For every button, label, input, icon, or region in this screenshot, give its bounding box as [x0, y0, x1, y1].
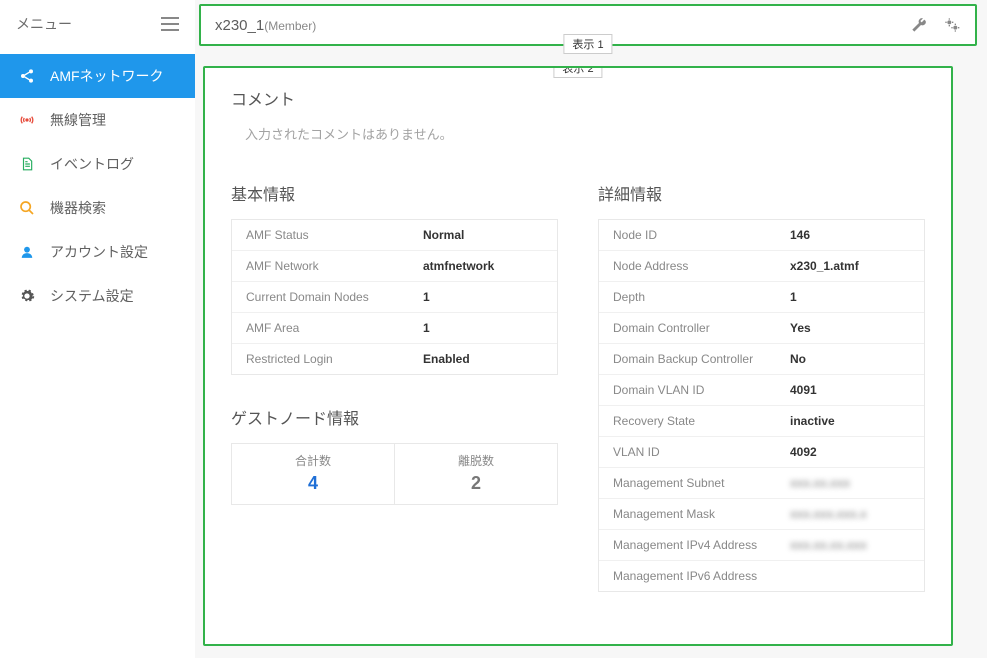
share-icon [18, 67, 36, 85]
info-value: 1 [423, 321, 543, 335]
sidebar-title: メニュー [16, 14, 72, 34]
hamburger-icon[interactable] [161, 17, 179, 31]
table-row: Restricted LoginEnabled [232, 343, 557, 374]
basic-info-table: AMF StatusNormalAMF NetworkatmfnetworkCu… [231, 219, 558, 375]
info-label: AMF Network [246, 259, 423, 273]
search-icon [18, 199, 36, 217]
table-row: Management IPv6 Address [599, 560, 924, 591]
info-value: 4091 [790, 383, 910, 397]
guest-total-label: 合計数 [232, 452, 394, 469]
info-label: Management Subnet [613, 476, 790, 490]
info-value: x230_1.atmf [790, 259, 910, 273]
comment-title: コメント [231, 86, 925, 110]
info-label: Management IPv4 Address [613, 538, 790, 552]
wrench-icon[interactable] [911, 17, 927, 33]
table-row: AMF StatusNormal [232, 220, 557, 250]
node-name: x230_1 [215, 17, 264, 34]
info-label: VLAN ID [613, 445, 790, 459]
info-label: Current Domain Nodes [246, 290, 423, 304]
nav-label: アカウント設定 [50, 242, 148, 262]
nav-label: AMFネットワーク [50, 66, 164, 86]
table-row: Current Domain Nodes1 [232, 281, 557, 312]
info-label: Domain Controller [613, 321, 790, 335]
table-row: Management IPv4 Addressxxx.xx.xx.xxx [599, 529, 924, 560]
info-value: xxx.xxx.xxx.x [790, 507, 910, 521]
info-value: inactive [790, 414, 910, 428]
nav-label: システム設定 [50, 286, 134, 306]
info-label: Recovery State [613, 414, 790, 428]
info-value: xxx.xx.xx.xxx [790, 538, 910, 552]
settings-gears-icon[interactable] [943, 17, 961, 33]
nav-item-amf-network[interactable]: AMFネットワーク [0, 54, 195, 98]
info-value: No [790, 352, 910, 366]
nav-label: 機器検索 [50, 198, 106, 218]
info-label: Restricted Login [246, 352, 423, 366]
info-label: AMF Status [246, 228, 423, 242]
nav-item-system[interactable]: システム設定 [0, 274, 195, 318]
guest-left-label: 離脱数 [395, 452, 557, 469]
nav-item-search[interactable]: 機器検索 [0, 186, 195, 230]
basic-info-title: 基本情報 [231, 181, 558, 205]
table-row: Domain VLAN ID4091 [599, 374, 924, 405]
info-value: atmfnetwork [423, 259, 543, 273]
info-value: Normal [423, 228, 543, 242]
nav-item-wireless[interactable]: 無線管理 [0, 98, 195, 142]
info-value: Enabled [423, 352, 543, 366]
info-label: AMF Area [246, 321, 423, 335]
main-area: x230_1(Member) 表示 1 表示 2 コメント 入力された [195, 0, 987, 658]
table-row: Domain Backup ControllerNo [599, 343, 924, 374]
info-value: 4092 [790, 445, 910, 459]
frame-tag-view1: 表示 1 [563, 34, 612, 54]
info-label: Node Address [613, 259, 790, 273]
node-role: (Member) [264, 19, 316, 33]
info-label: Depth [613, 290, 790, 304]
table-row: VLAN ID4092 [599, 436, 924, 467]
nav-item-eventlog[interactable]: イベントログ [0, 142, 195, 186]
header-frame: x230_1(Member) 表示 1 [199, 4, 977, 46]
info-value: 1 [423, 290, 543, 304]
info-label: Management Mask [613, 507, 790, 521]
guest-left-value: 2 [395, 473, 557, 494]
page-title: x230_1(Member) [215, 17, 316, 34]
table-row: Management Maskxxx.xxx.xxx.x [599, 498, 924, 529]
antenna-icon [18, 111, 36, 129]
user-icon [18, 243, 36, 261]
table-row: AMF Networkatmfnetwork [232, 250, 557, 281]
table-row: AMF Area1 [232, 312, 557, 343]
info-label: Domain Backup Controller [613, 352, 790, 366]
table-row: Node Addressx230_1.atmf [599, 250, 924, 281]
table-row: Recovery Stateinactive [599, 405, 924, 436]
detail-info-title: 詳細情報 [598, 181, 925, 205]
nav-label: イベントログ [50, 154, 134, 174]
frame-tag-view2: 表示 2 [553, 66, 602, 78]
info-value: Yes [790, 321, 910, 335]
table-row: Domain ControllerYes [599, 312, 924, 343]
gear-icon [18, 287, 36, 305]
document-icon [18, 155, 36, 173]
detail-info-table: Node ID146Node Addressx230_1.atmfDepth1D… [598, 219, 925, 592]
guest-total-value[interactable]: 4 [232, 473, 394, 494]
table-row: Management Subnetxxx.xx.xxx [599, 467, 924, 498]
nav-item-account[interactable]: アカウント設定 [0, 230, 195, 274]
info-label: Domain VLAN ID [613, 383, 790, 397]
sidebar: メニュー AMFネットワーク 無線管理 イベントログ [0, 0, 195, 658]
info-value: 146 [790, 228, 910, 242]
info-label: Node ID [613, 228, 790, 242]
nav-list: AMFネットワーク 無線管理 イベントログ 機器検索 [0, 54, 195, 318]
info-value: 1 [790, 290, 910, 304]
table-row: Node ID146 [599, 220, 924, 250]
info-label: Management IPv6 Address [613, 569, 790, 583]
guest-title: ゲストノード情報 [231, 405, 558, 429]
table-row: Depth1 [599, 281, 924, 312]
content-frame: 表示 2 コメント 入力されたコメントはありません。 基本情報 AMF Stat… [203, 66, 953, 646]
info-value: xxx.xx.xxx [790, 476, 910, 490]
guest-table: 合計数 4 離脱数 2 [231, 443, 558, 505]
info-value [790, 569, 910, 583]
nav-label: 無線管理 [50, 110, 106, 130]
comment-empty-text: 入力されたコメントはありません。 [231, 124, 925, 143]
